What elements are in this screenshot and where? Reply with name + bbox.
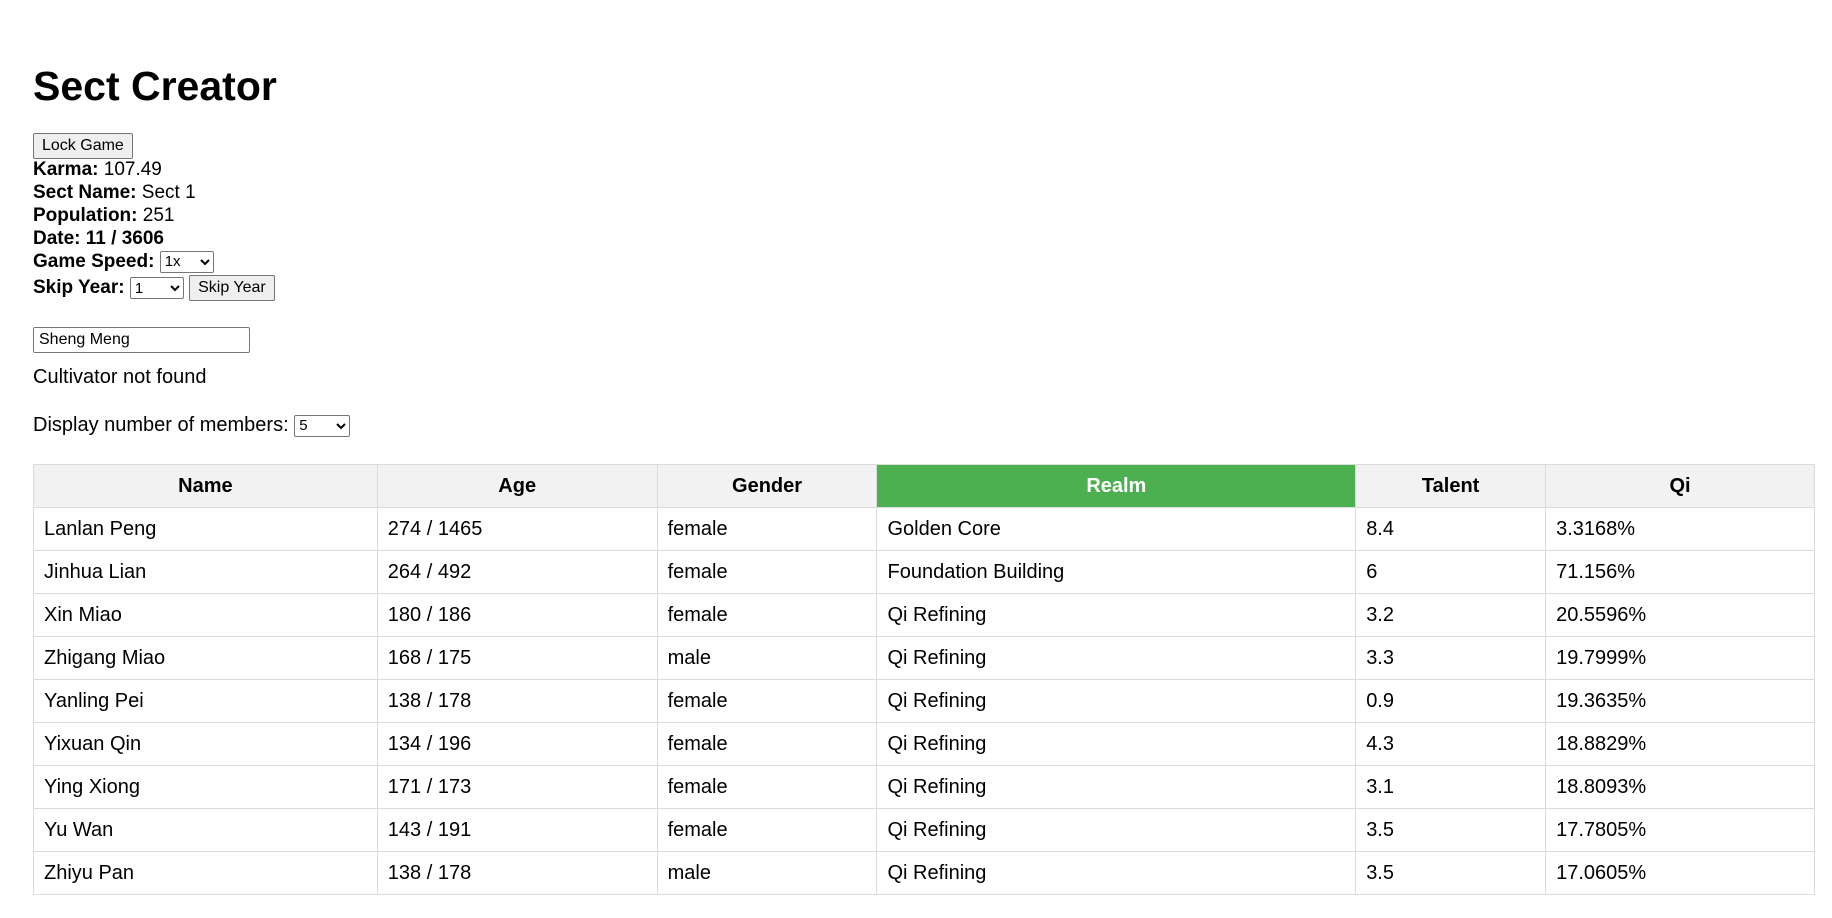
- cell-qi: 20.5596%: [1545, 593, 1815, 637]
- cell-name: Yanling Pei: [33, 679, 378, 723]
- cell-gender: female: [656, 679, 878, 723]
- column-header-qi[interactable]: Qi: [1545, 464, 1815, 508]
- table-row[interactable]: Yu Wan 143 / 191 female Qi Refining 3.5 …: [33, 808, 1815, 852]
- date-text: Date: 11 / 3606: [33, 228, 164, 249]
- column-header-talent[interactable]: Talent: [1355, 464, 1547, 508]
- cell-name: Zhiyu Pan: [33, 851, 378, 895]
- column-header-name[interactable]: Name: [33, 464, 378, 508]
- cell-gender: female: [656, 507, 878, 551]
- table-header-row: Name Age Gender Realm Talent Qi: [33, 464, 1815, 508]
- cell-name: Ying Xiong: [33, 765, 378, 809]
- cell-qi: 3.3168%: [1545, 507, 1815, 551]
- search-status: Cultivator not found: [33, 366, 207, 388]
- cell-talent: 6: [1355, 550, 1547, 594]
- cell-talent: 3.1: [1355, 765, 1547, 809]
- cell-gender: female: [656, 808, 878, 852]
- cell-qi: 18.8093%: [1545, 765, 1815, 809]
- column-header-realm[interactable]: Realm: [876, 464, 1357, 508]
- page: Sect Creator Lock Game Karma: 107.49 Sec…: [0, 0, 1832, 918]
- cell-age: 171 / 173: [376, 765, 658, 809]
- cell-qi: 17.0605%: [1545, 851, 1815, 895]
- cell-age: 264 / 492: [376, 550, 658, 594]
- cell-qi: 18.8829%: [1545, 722, 1815, 766]
- karma-label: Karma:: [33, 159, 99, 180]
- cell-age: 138 / 178: [376, 851, 658, 895]
- date-row: Date: 11 / 3606: [33, 227, 275, 250]
- population-label: Population:: [33, 205, 138, 226]
- cell-realm: Qi Refining: [876, 808, 1357, 852]
- table-row[interactable]: Yixuan Qin 134 / 196 female Qi Refining …: [33, 722, 1815, 766]
- skip-year-select[interactable]: 1: [129, 277, 184, 299]
- table-row[interactable]: Ying Xiong 171 / 173 female Qi Refining …: [33, 765, 1815, 809]
- cell-realm: Golden Core: [876, 507, 1357, 551]
- cell-talent: 3.2: [1355, 593, 1547, 637]
- cell-age: 138 / 178: [376, 679, 658, 723]
- members-table: Name Age Gender Realm Talent Qi Lanlan P…: [33, 464, 1815, 895]
- cell-realm: Foundation Building: [876, 550, 1357, 594]
- display-count-label: Display number of members:: [33, 414, 289, 436]
- cell-qi: 17.7805%: [1545, 808, 1815, 852]
- display-count-select[interactable]: 5: [294, 414, 351, 437]
- game-speed-select[interactable]: 1x: [159, 250, 214, 273]
- cell-talent: 3.5: [1355, 808, 1547, 852]
- sect-name-row: Sect Name: Sect 1: [33, 181, 275, 204]
- cell-talent: 0.9: [1355, 679, 1547, 723]
- cell-qi: 19.3635%: [1545, 679, 1815, 723]
- cell-gender: female: [656, 593, 878, 637]
- table-row[interactable]: Jinhua Lian 264 / 492 female Foundation …: [33, 550, 1815, 594]
- display-count-row: Display number of members: 5: [33, 414, 351, 437]
- table-row[interactable]: Xin Miao 180 / 186 female Qi Refining 3.…: [33, 593, 1815, 637]
- cell-gender: female: [656, 722, 878, 766]
- cell-realm: Qi Refining: [876, 765, 1357, 809]
- cell-name: Lanlan Peng: [33, 507, 378, 551]
- cell-age: 274 / 1465: [376, 507, 658, 551]
- cell-realm: Qi Refining: [876, 851, 1357, 895]
- cell-gender: female: [656, 765, 878, 809]
- lock-game-button[interactable]: Lock Game: [33, 133, 133, 159]
- cell-talent: 3.3: [1355, 636, 1547, 680]
- cell-qi: 19.7999%: [1545, 636, 1815, 680]
- game-speed-label: Game Speed:: [33, 251, 155, 272]
- karma-value: 107.49: [103, 159, 162, 180]
- table-row[interactable]: Lanlan Peng 274 / 1465 female Golden Cor…: [33, 507, 1815, 551]
- skip-year-label: Skip Year:: [33, 277, 125, 299]
- table-row[interactable]: Zhigang Miao 168 / 175 male Qi Refining …: [33, 636, 1815, 680]
- cell-name: Zhigang Miao: [33, 636, 378, 680]
- cell-gender: male: [656, 851, 878, 895]
- sect-name-value: Sect 1: [141, 182, 196, 203]
- game-controls: Lock Game Karma: 107.49 Sect Name: Sect …: [33, 133, 275, 301]
- sect-name-label: Sect Name:: [33, 182, 137, 203]
- population-row: Population: 251: [33, 204, 275, 227]
- game-speed-row: Game Speed: 1x: [33, 250, 275, 273]
- cell-realm: Qi Refining: [876, 636, 1357, 680]
- cell-age: 168 / 175: [376, 636, 658, 680]
- cell-name: Xin Miao: [33, 593, 378, 637]
- karma-row: Karma: 107.49: [33, 158, 275, 181]
- cell-talent: 3.5: [1355, 851, 1547, 895]
- cell-realm: Qi Refining: [876, 679, 1357, 723]
- cell-age: 143 / 191: [376, 808, 658, 852]
- cell-realm: Qi Refining: [876, 593, 1357, 637]
- cell-gender: male: [656, 636, 878, 680]
- cell-name: Yu Wan: [33, 808, 378, 852]
- cell-talent: 4.3: [1355, 722, 1547, 766]
- cell-name: Jinhua Lian: [33, 550, 378, 594]
- skip-year-button[interactable]: Skip Year: [189, 275, 275, 301]
- column-header-age[interactable]: Age: [376, 464, 658, 508]
- table-row[interactable]: Zhiyu Pan 138 / 178 male Qi Refining 3.5…: [33, 851, 1815, 895]
- population-value: 251: [142, 205, 175, 226]
- cell-realm: Qi Refining: [876, 722, 1357, 766]
- cultivator-search-input[interactable]: [33, 327, 250, 353]
- cell-age: 180 / 186: [376, 593, 658, 637]
- cell-qi: 71.156%: [1545, 550, 1815, 594]
- page-title: Sect Creator: [33, 63, 277, 109]
- cell-talent: 8.4: [1355, 507, 1547, 551]
- column-header-gender[interactable]: Gender: [656, 464, 878, 508]
- cell-gender: female: [656, 550, 878, 594]
- cell-age: 134 / 196: [376, 722, 658, 766]
- skip-year-row: Skip Year: 1 Skip Year: [33, 275, 275, 301]
- table-row[interactable]: Yanling Pei 138 / 178 female Qi Refining…: [33, 679, 1815, 723]
- cell-name: Yixuan Qin: [33, 722, 378, 766]
